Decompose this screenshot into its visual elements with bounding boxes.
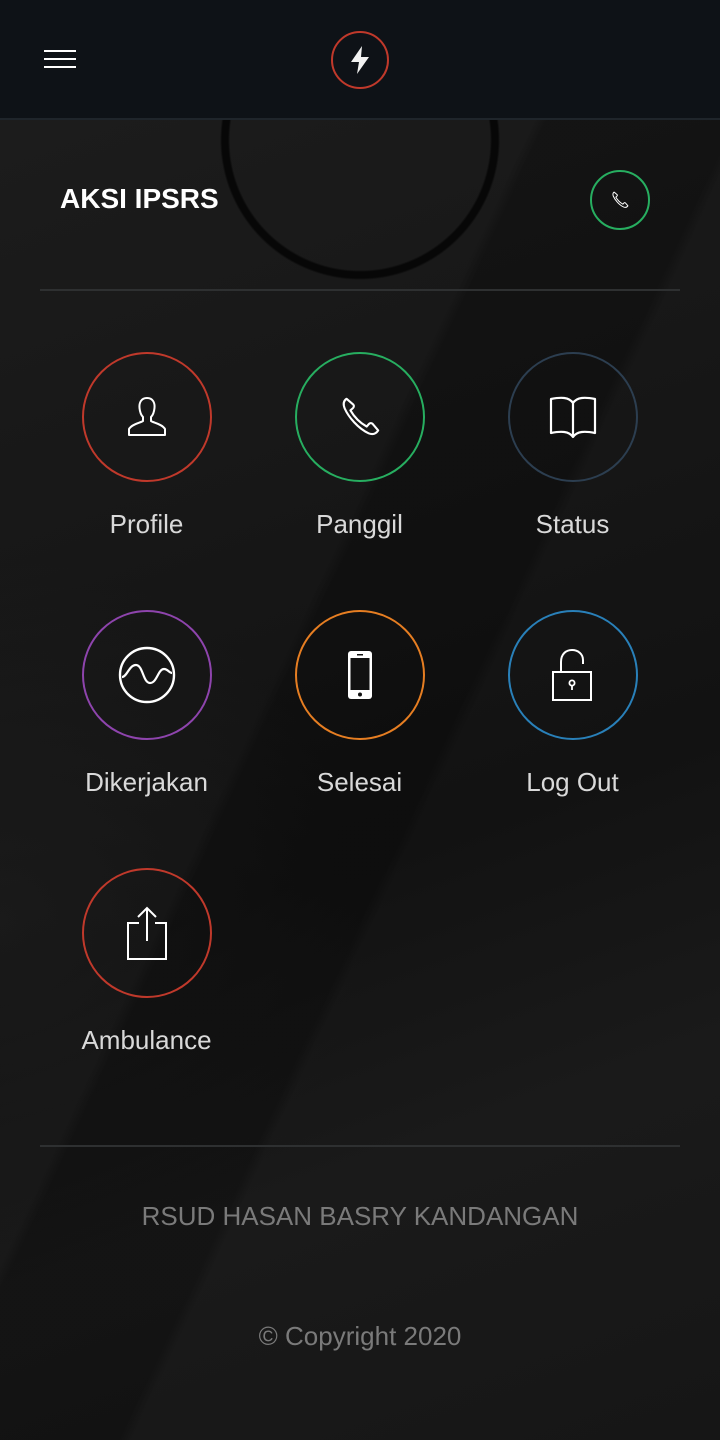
hamburger-menu-icon[interactable] <box>44 50 76 70</box>
menu-item-ambulance[interactable]: Ambulance <box>40 868 253 1098</box>
menu-line <box>44 58 76 60</box>
phone-icon <box>342 397 379 436</box>
icon-ring <box>81 868 212 998</box>
page-title: AKSI IPSRS <box>60 183 219 214</box>
menu-item-selesai[interactable]: Selesai <box>253 610 466 840</box>
share-icon <box>126 906 167 960</box>
menu-item-log-out[interactable]: Log Out <box>466 610 679 840</box>
icon-ring <box>81 610 212 740</box>
phone-icon <box>612 191 629 208</box>
smartphone-icon <box>347 651 372 699</box>
logo-button[interactable] <box>331 31 389 89</box>
book-icon <box>549 396 596 439</box>
menu-item-label: Profile <box>109 509 184 539</box>
unlock-icon <box>551 648 592 701</box>
lightning-bolt-icon <box>351 46 369 74</box>
bottom-divider <box>40 1145 680 1147</box>
icon-ring <box>507 352 638 482</box>
menu-item-dikerjakan[interactable]: Dikerjakan <box>40 610 253 840</box>
icon-ring <box>294 352 425 482</box>
copyright-text: © Copyright 2020 <box>258 1321 462 1351</box>
menu-item-label: Ambulance <box>81 1025 212 1055</box>
icon-ring <box>507 610 638 740</box>
menu-item-status[interactable]: Status <box>466 352 679 582</box>
top-divider <box>40 289 680 291</box>
menu-line <box>44 66 76 68</box>
menu-item-label: Status <box>535 509 610 539</box>
menu-item-panggil[interactable]: Panggil <box>253 352 466 582</box>
user-icon <box>127 397 166 436</box>
icon-ring <box>81 352 212 482</box>
menu-item-label: Panggil <box>316 509 403 539</box>
menu-line <box>44 50 76 52</box>
top-bar <box>0 0 720 120</box>
menu-item-label: Dikerjakan <box>85 767 208 797</box>
wave-icon <box>118 646 175 704</box>
menu-item-label: Log Out <box>526 767 619 797</box>
icon-ring <box>294 610 425 740</box>
menu-item-label: Selesai <box>316 767 403 797</box>
menu-item-profile[interactable]: Profile <box>40 352 253 582</box>
call-button[interactable] <box>590 170 650 230</box>
title-row: AKSI IPSRS <box>60 170 650 230</box>
organization-name: RSUD HASAN BASRY KANDANGAN <box>141 1201 579 1231</box>
